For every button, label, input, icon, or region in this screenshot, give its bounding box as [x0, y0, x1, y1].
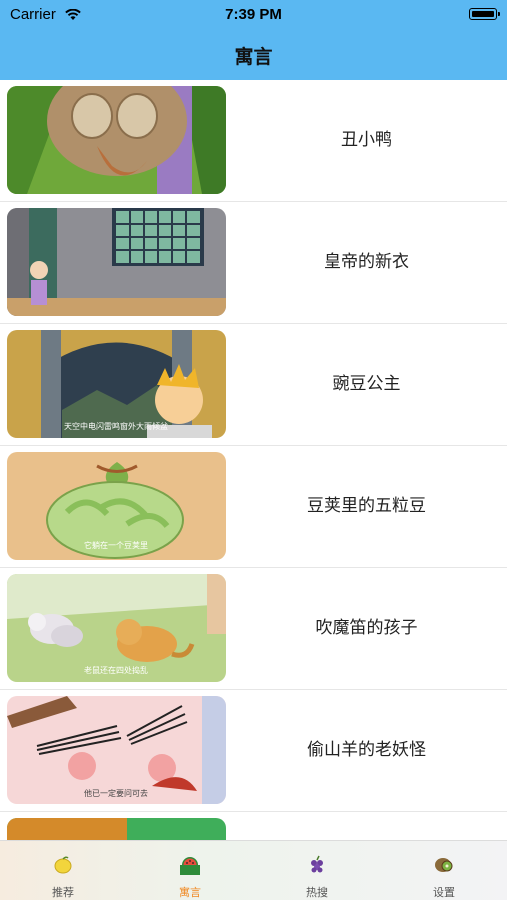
story-thumbnail: 天空中电闪雷鸣窗外大雨倾盆 — [7, 330, 226, 438]
story-thumbnail — [7, 818, 226, 840]
watermelon-icon — [180, 857, 200, 875]
story-title: 偷山羊的老妖怪 — [307, 740, 426, 760]
grapes-icon — [311, 855, 323, 873]
tab-label: 寓言 — [179, 886, 201, 899]
page-title: 寓言 — [234, 46, 273, 68]
story-title: 皇帝的新衣 — [324, 252, 409, 272]
thumbnail-caption: 它躺在一个豆荚里 — [84, 540, 148, 550]
story-row[interactable]: 老鼠还在四处捣乱 吹魔笛的孩子 — [0, 568, 507, 690]
story-row[interactable]: 他已一定要问可去 偷山羊的老妖怪 — [0, 690, 507, 812]
tab-settings[interactable]: 设置 — [381, 841, 507, 901]
story-thumbnail: 他已一定要问可去 — [7, 696, 226, 804]
story-title: 吹魔笛的孩子 — [315, 618, 418, 638]
story-row[interactable]: 它躺在一个豆荚里 豆荚里的五粒豆 — [0, 446, 507, 568]
thumbnail-caption: 他已一定要问可去 — [84, 788, 148, 798]
story-title: 丑小鸭 — [341, 130, 392, 150]
battery-icon — [469, 8, 500, 20]
tab-trending[interactable]: 热搜 — [254, 841, 380, 901]
story-thumbnail — [7, 86, 226, 194]
story-title — [226, 812, 507, 840]
story-thumbnail: 老鼠还在四处捣乱 — [7, 574, 226, 682]
thumbnail-caption: 天空中电闪雷鸣窗外大雨倾盆 — [64, 421, 168, 431]
tab-label: 设置 — [433, 886, 455, 899]
tab-label: 推荐 — [52, 886, 74, 899]
story-title: 豆荚里的五粒豆 — [307, 496, 426, 516]
status-time: 7:39 PM — [225, 6, 282, 23]
story-list[interactable]: 丑小鸭 皇帝的新衣 天空中电闪雷鸣窗外大雨倾盆 豌豆公主 它躺在一个豆荚里 豆荚… — [0, 80, 507, 840]
story-row[interactable]: 丑小鸭 — [0, 80, 507, 202]
tab-fables[interactable]: 寓言 — [127, 841, 253, 901]
lemon-icon — [54, 856, 72, 874]
thumbnail-caption: 老鼠还在四处捣乱 — [84, 665, 148, 675]
story-title: 豌豆公主 — [332, 374, 401, 394]
status-bar: Carrier 7:39 PM — [10, 6, 500, 24]
story-row[interactable]: 皇帝的新衣 — [0, 202, 507, 324]
story-thumbnail: 它躺在一个豆荚里 — [7, 452, 226, 560]
tab-label: 热搜 — [306, 886, 328, 899]
story-row[interactable] — [0, 812, 507, 840]
story-row[interactable]: 天空中电闪雷鸣窗外大雨倾盆 豌豆公主 — [0, 324, 507, 446]
navigation-bar: Carrier 7:39 PM 寓言 — [0, 0, 507, 80]
tab-recommend[interactable]: 推荐 — [0, 841, 126, 901]
story-thumbnail — [7, 208, 226, 316]
kiwi-icon — [435, 858, 453, 872]
tab-bar: 推荐 寓言 热搜 设置 — [0, 840, 507, 900]
